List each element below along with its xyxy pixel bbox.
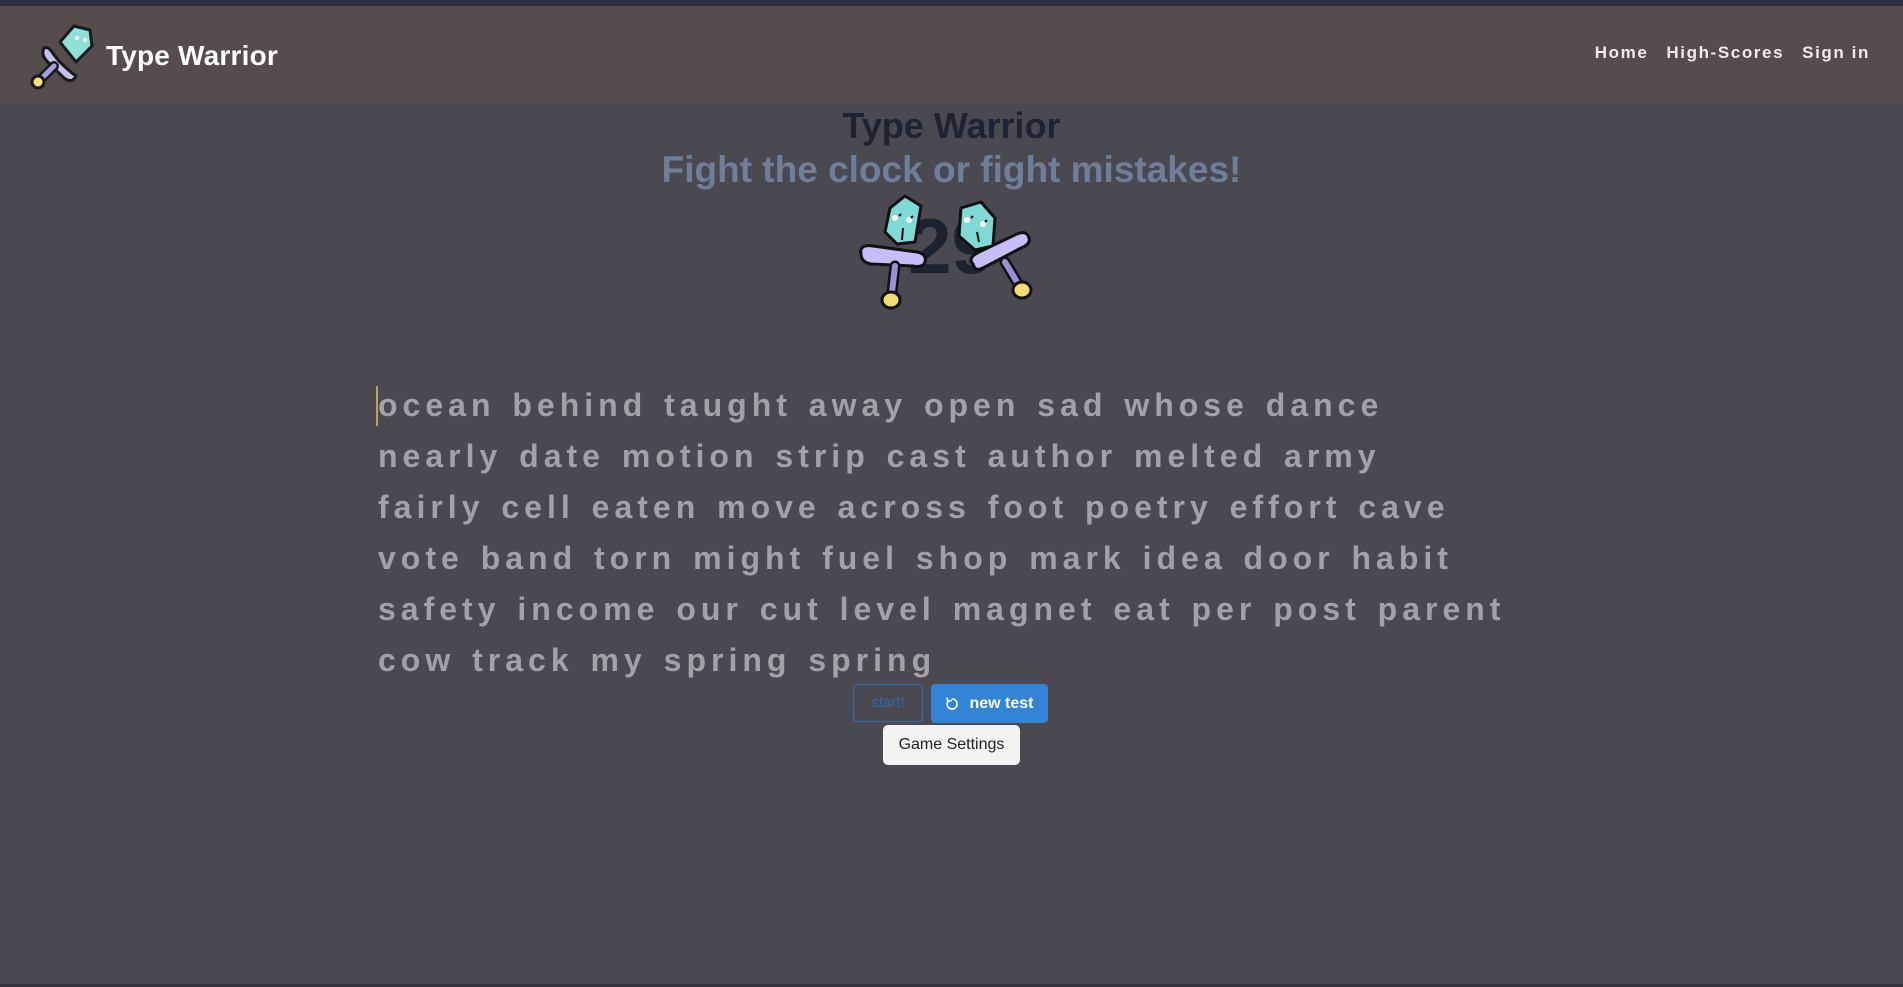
brand[interactable]: Type Warrior — [30, 20, 278, 92]
nav-link-sign-in[interactable]: Sign in — [1802, 43, 1870, 63]
game-settings-button[interactable]: Game Settings — [883, 725, 1020, 765]
words-line: cow track my spring spring — [378, 642, 937, 678]
refresh-icon — [946, 696, 959, 710]
two-swords-mascot-icon — [855, 188, 1050, 323]
nav-links: Home High-Scores Sign in — [1577, 43, 1870, 63]
page-subtitle: Fight the clock or fight mistakes! — [661, 149, 1242, 190]
start-button[interactable]: start! — [853, 684, 923, 722]
typing-words: ocean behind taught away open sad whose … — [378, 380, 1558, 686]
words-line: vote band torn might fuel shop mark idea… — [378, 540, 1453, 576]
typing-input-placeholder[interactable] — [874, 330, 1030, 374]
words-line: safety income our cut level magnet eat p… — [378, 591, 1506, 627]
navbar: Type Warrior Home High-Scores Sign in — [0, 6, 1903, 104]
brand-name: Type Warrior — [106, 40, 278, 71]
new-test-button[interactable]: new test — [931, 684, 1048, 723]
nav-link-home[interactable]: Home — [1595, 43, 1649, 63]
crossed-sword-icon — [30, 24, 94, 90]
words-line: ocean behind taught away open sad whose … — [378, 387, 1384, 423]
nav-link-high-scores[interactable]: High-Scores — [1666, 43, 1784, 63]
words-line: fairly cell eaten move across foot poetr… — [378, 489, 1450, 525]
words-line: nearly date motion strip cast author mel… — [378, 438, 1381, 474]
control-buttons: start! new test — [853, 684, 1048, 723]
page-title: Type Warrior — [842, 105, 1061, 146]
new-test-label: new test — [969, 694, 1034, 712]
